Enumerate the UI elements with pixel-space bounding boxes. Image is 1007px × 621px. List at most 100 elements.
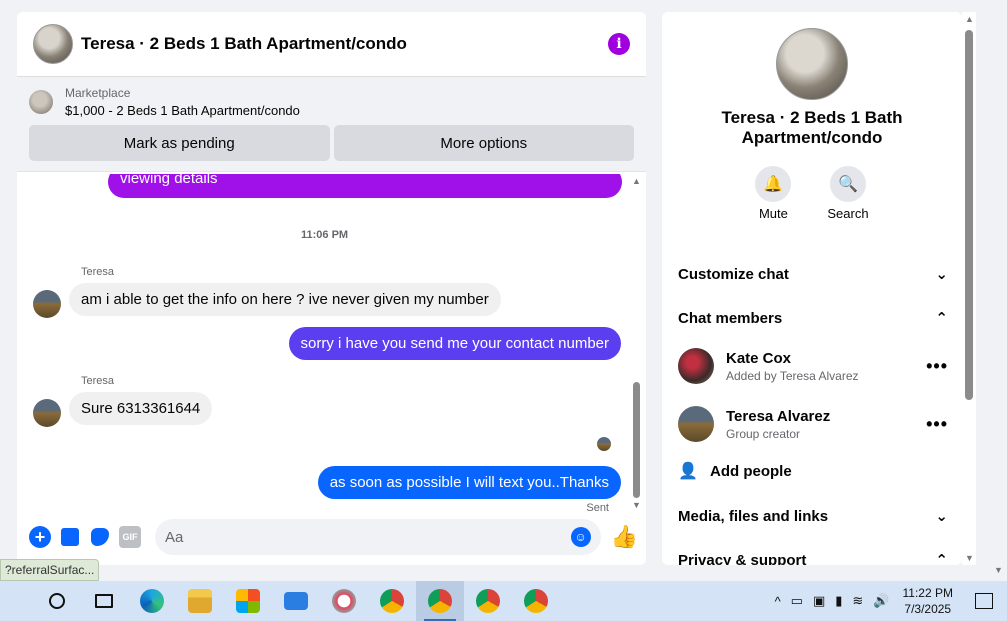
mute-button[interactable]: 🔔 Mute <box>755 166 792 221</box>
chat-title[interactable]: Teresa · 2 Beds 1 Bath Apartment/condo <box>81 34 608 54</box>
member-row[interactable]: Kate Cox Added by Teresa Alvarez ••• <box>678 348 948 384</box>
member-row[interactable]: Teresa Alvarez Group creator ••• <box>678 406 948 442</box>
more-options-button[interactable]: More options <box>333 125 634 161</box>
drive-icon[interactable]: ▭ <box>791 593 803 609</box>
system-tray: ^ ▭ ▣ ▮ ≋ 🔊 11:22 PM 7/3/2025 <box>770 581 1007 621</box>
section-label: Customize chat <box>678 265 789 283</box>
chrome-icon <box>524 589 548 613</box>
media-files-section[interactable]: Media, files and links ⌄ <box>678 507 948 526</box>
sender-name: Teresa <box>81 266 115 278</box>
snipping-tool-icon <box>332 589 356 613</box>
member-role: Group creator <box>726 426 801 441</box>
thumbs-up-icon[interactable]: 👍 <box>611 524 638 550</box>
message-text: Sure 6313361644 <box>81 400 201 417</box>
message-bubble-incoming[interactable]: am i able to get the info on here ? ive … <box>69 283 501 316</box>
chevron-down-icon: ⌄ <box>935 508 948 525</box>
section-label: Privacy & support <box>678 551 807 566</box>
more-options-icon[interactable]: ••• <box>926 414 948 435</box>
folder-icon <box>188 589 212 613</box>
message-bubble-outgoing[interactable]: as soon as possible I will text you..Tha… <box>317 466 621 499</box>
member-name: Teresa Alvarez <box>726 407 831 425</box>
message-bubble-incoming[interactable]: Sure 6313361644 <box>69 392 213 425</box>
chrome-app-button[interactable] <box>368 581 416 621</box>
wifi-icon[interactable]: ≋ <box>852 593 863 609</box>
image-icon[interactable] <box>59 526 81 548</box>
chrome-profile-app-button[interactable] <box>416 581 464 621</box>
notification-icon[interactable] <box>975 593 993 609</box>
member-avatar[interactable] <box>678 406 714 442</box>
listing-thumbnail[interactable] <box>29 90 53 114</box>
store-icon <box>236 589 260 613</box>
chat-panel: Teresa · 2 Beds 1 Bath Apartment/condo i… <box>17 12 646 565</box>
seen-avatar <box>597 437 611 451</box>
chevron-up-icon[interactable]: ^ <box>775 594 781 609</box>
chat-header: Teresa · 2 Beds 1 Bath Apartment/condo i <box>17 12 646 77</box>
file-explorer-app-button[interactable] <box>176 581 224 621</box>
clock[interactable]: 11:22 PM 7/3/2025 <box>903 585 953 617</box>
scroll-up-arrow-icon[interactable]: ▲ <box>965 14 974 24</box>
info-panel-scrollbar[interactable]: ▲ ▼ <box>962 12 976 565</box>
chrome-profile-app-button[interactable] <box>512 581 560 621</box>
search-icon: 🔍 <box>829 166 866 202</box>
mark-as-pending-button[interactable]: Mark as pending <box>29 125 330 161</box>
page-scroll-down-arrow-icon[interactable]: ▼ <box>994 565 1003 575</box>
sticker-icon[interactable] <box>89 526 111 548</box>
message-bubble-outgoing[interactable]: viewing details <box>108 174 622 198</box>
sender-avatar[interactable] <box>33 399 61 427</box>
message-timestamp: 11:06 PM <box>301 229 349 241</box>
mail-icon <box>284 592 308 610</box>
chat-members-section[interactable]: Chat members ⌃ <box>678 309 948 328</box>
snipping-tool-app-button[interactable] <box>320 581 368 621</box>
message-input-wrapper: ☺ <box>155 519 601 555</box>
chrome-profile-app-button[interactable] <box>464 581 512 621</box>
battery-icon[interactable]: ▮ <box>835 593 842 609</box>
volume-icon[interactable]: 🔊 <box>873 593 889 609</box>
chevron-down-icon: ⌄ <box>935 266 948 283</box>
bell-icon: 🔔 <box>755 166 792 202</box>
message-input[interactable] <box>165 528 571 546</box>
member-role: Added by Teresa Alvarez <box>726 368 859 383</box>
customize-chat-section[interactable]: Customize chat ⌄ <box>678 265 948 284</box>
emoji-icon[interactable]: ☺ <box>570 527 591 547</box>
scrollbar-thumb[interactable] <box>633 382 640 498</box>
more-options-icon[interactable]: ••• <box>926 356 948 377</box>
info-icon[interactable]: i <box>608 33 630 55</box>
message-scrollbar[interactable]: ▲ ▼ <box>630 174 644 512</box>
chrome-icon <box>428 589 452 613</box>
conversation-avatar[interactable] <box>776 28 848 100</box>
search-button[interactable]: 🔍 Search <box>827 166 869 221</box>
message-text: am i able to get the info on here ? ive … <box>81 291 489 308</box>
member-avatar[interactable] <box>678 348 714 384</box>
sender-name: Teresa <box>81 375 115 387</box>
meet-now-icon[interactable]: ▣ <box>813 593 825 609</box>
conversation-title: Teresa · 2 Beds 1 Bath Apartment/condo <box>721 108 903 147</box>
scroll-down-arrow-icon[interactable]: ▼ <box>632 500 641 510</box>
cortana-circle-icon <box>49 593 65 609</box>
clock-date: 7/3/2025 <box>904 602 952 616</box>
scroll-up-arrow-icon[interactable]: ▲ <box>632 176 641 186</box>
mute-label: Mute <box>758 206 788 221</box>
add-people-button[interactable]: 👤 Add people <box>678 461 792 481</box>
add-people-label: Add people <box>710 462 792 480</box>
plus-icon[interactable]: + <box>29 526 51 548</box>
scroll-down-arrow-icon[interactable]: ▼ <box>965 553 974 563</box>
gif-icon[interactable]: GIF <box>119 526 141 548</box>
search-start-button[interactable] <box>34 581 80 621</box>
chat-avatar[interactable] <box>33 24 73 64</box>
member-name: Kate Cox <box>726 349 792 367</box>
privacy-support-section[interactable]: Privacy & support ⌃ <box>678 551 948 566</box>
edge-app-button[interactable] <box>128 581 176 621</box>
marketplace-label: Marketplace <box>65 86 131 100</box>
sender-avatar[interactable] <box>33 290 61 318</box>
mail-app-button[interactable] <box>272 581 320 621</box>
task-view-icon <box>95 594 113 608</box>
scrollbar-thumb[interactable] <box>965 30 973 400</box>
message-bubble-outgoing[interactable]: sorry i have you send me your contact nu… <box>288 327 621 360</box>
message-text: viewing details <box>120 174 218 187</box>
taskbar: ^ ▭ ▣ ▮ ≋ 🔊 11:22 PM 7/3/2025 <box>0 581 1007 621</box>
marketplace-bar: Marketplace $1,000 - 2 Beds 1 Bath Apart… <box>17 77 646 172</box>
message-list: viewing details 11:06 PM Teresa am i abl… <box>17 174 629 512</box>
listing-title[interactable]: $1,000 - 2 Beds 1 Bath Apartment/condo <box>65 103 300 118</box>
store-app-button[interactable] <box>224 581 272 621</box>
task-view-button[interactable] <box>80 581 128 621</box>
